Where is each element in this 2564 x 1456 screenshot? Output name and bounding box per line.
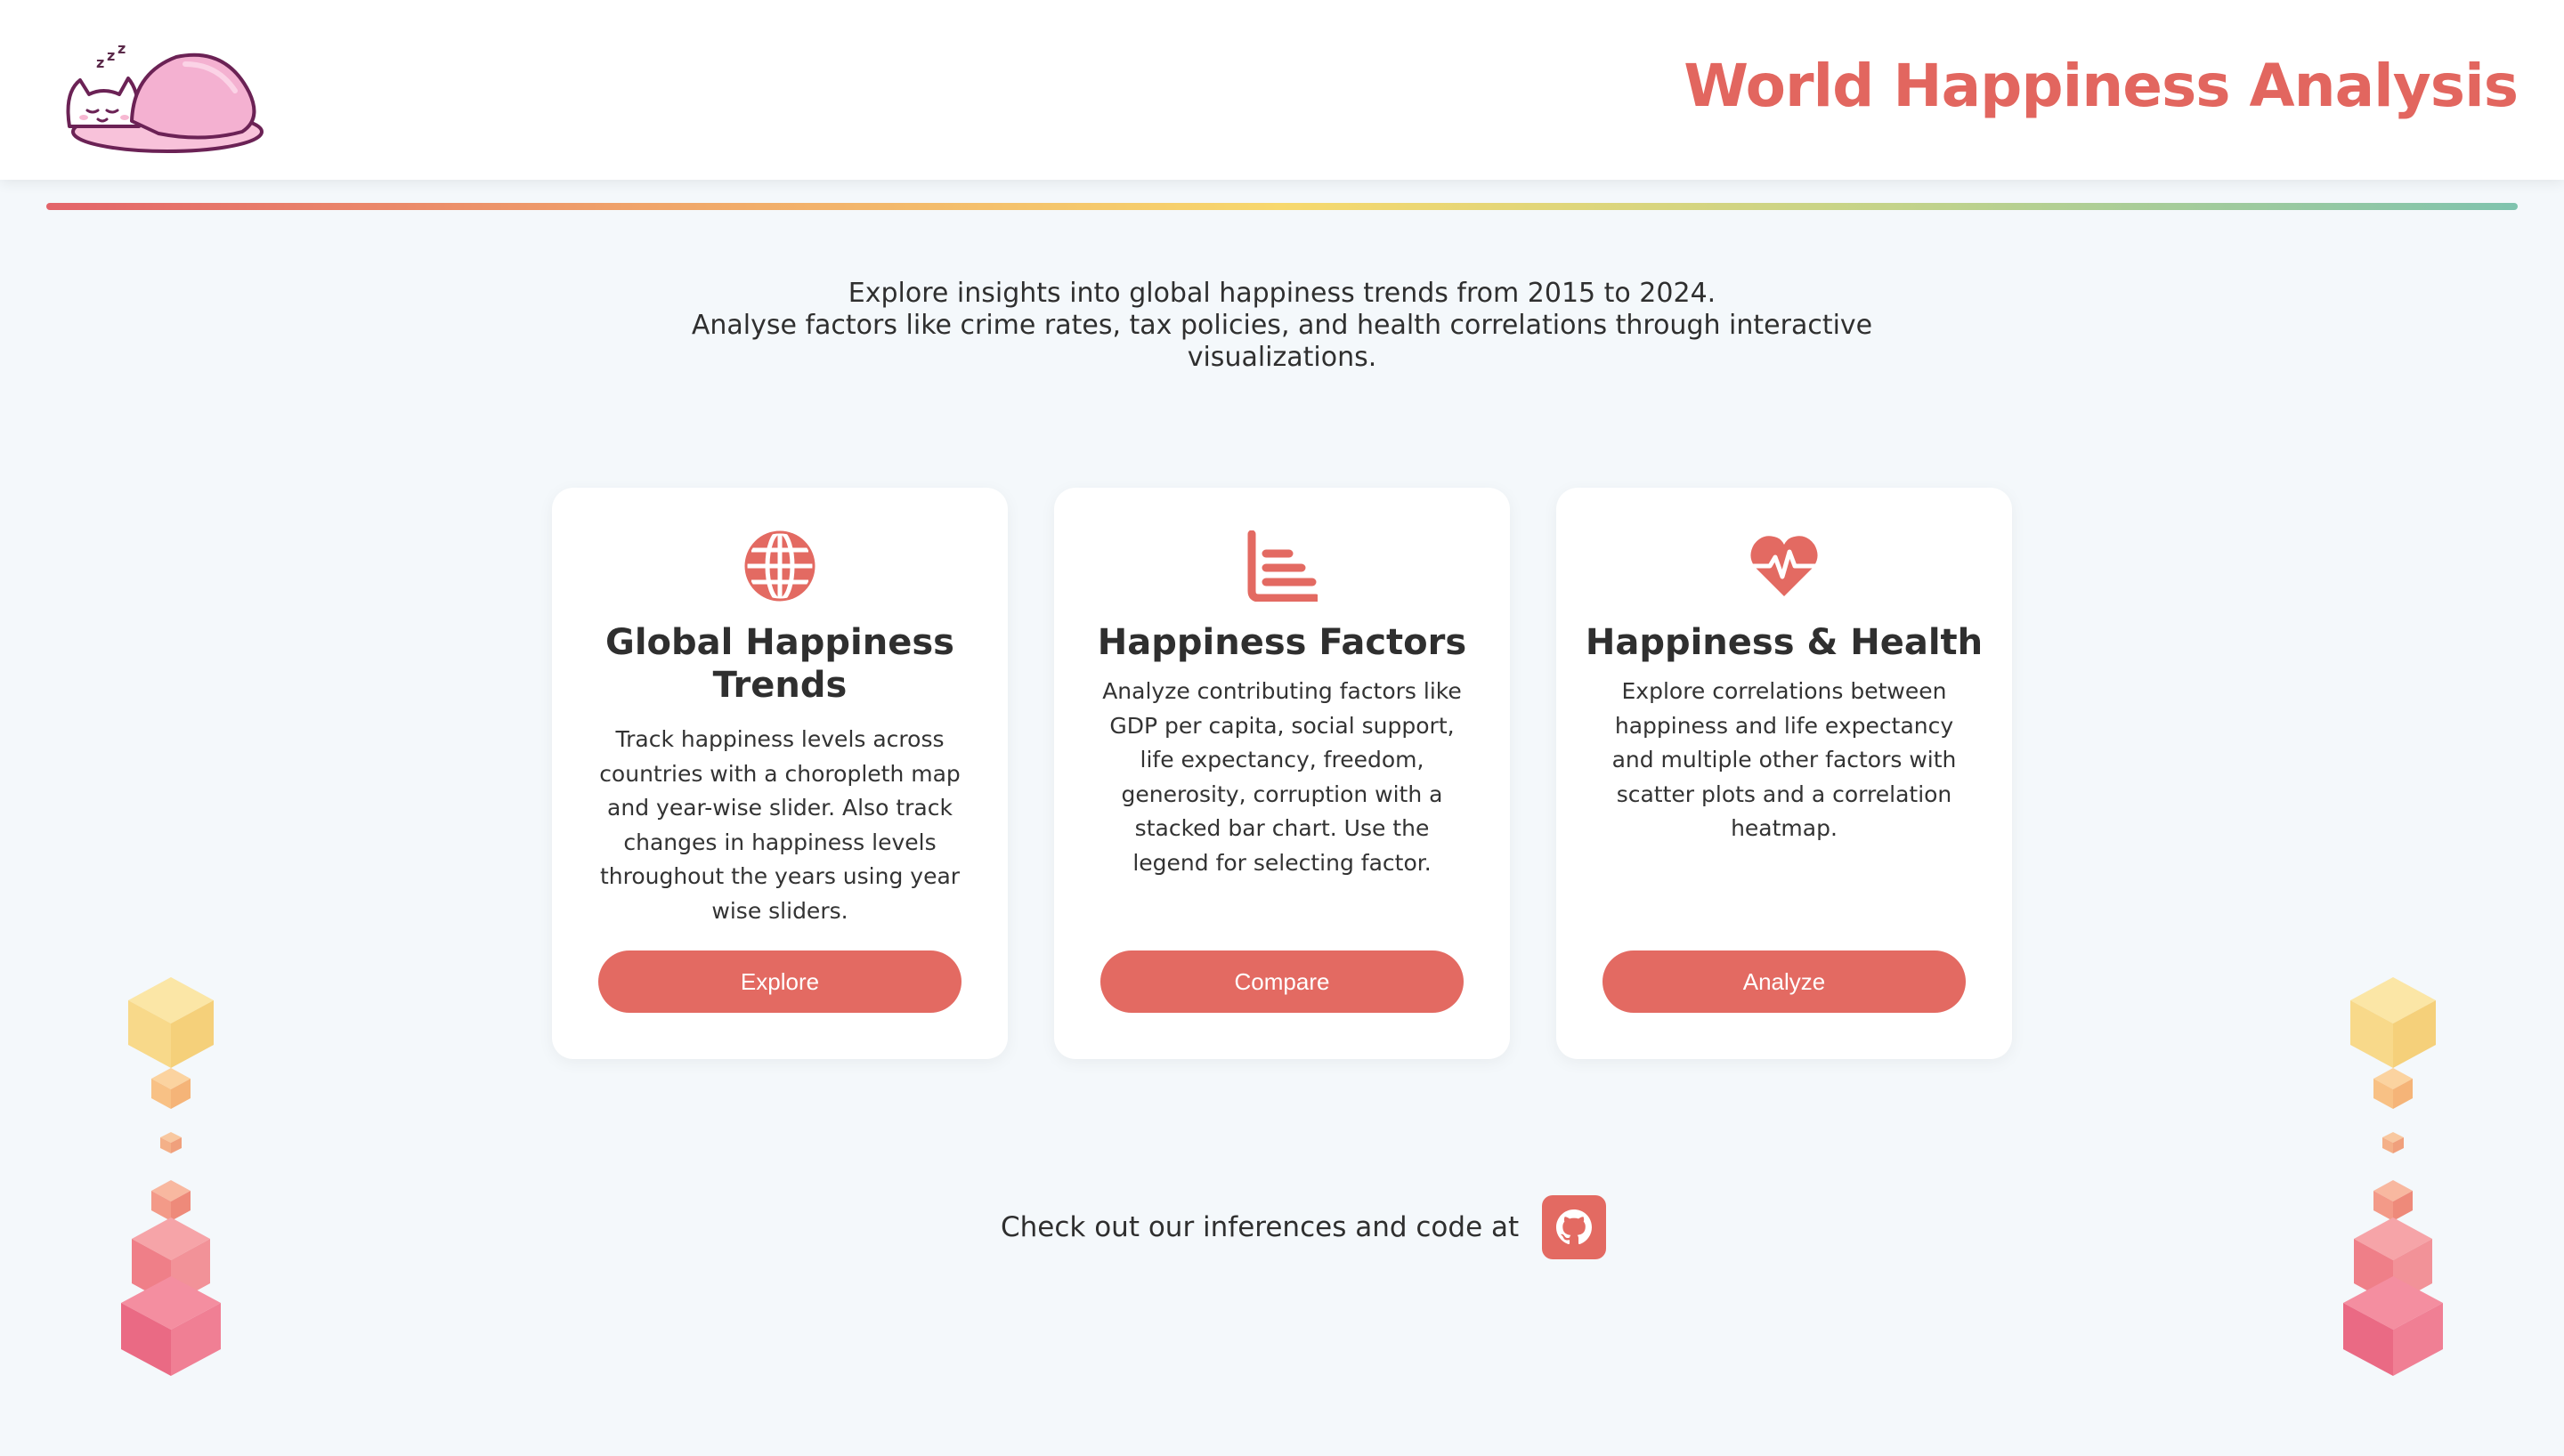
github-link[interactable] — [1542, 1195, 1607, 1259]
sleeping-cat-icon[interactable]: z z z — [52, 37, 265, 153]
gradient-divider — [46, 203, 2518, 210]
compare-button[interactable]: Compare — [1100, 950, 1464, 1013]
svg-text:z: z — [96, 54, 104, 71]
bar-chart-icon — [1247, 530, 1318, 602]
cube-stack-decoration-right — [2343, 977, 2443, 1376]
intro-line-2: Analyse factors like crime rates, tax po… — [691, 310, 1873, 373]
card-global-happiness-trends: Global Happiness Trends Track happiness … — [552, 488, 1008, 1059]
heartbeat-icon — [1749, 536, 1820, 596]
intro-line-1: Explore insights into global happiness t… — [848, 278, 1716, 309]
card-description: Track happiness levels across countries … — [599, 726, 961, 924]
analyze-button[interactable]: Analyze — [1602, 950, 1966, 1013]
explore-button[interactable]: Explore — [598, 950, 961, 1013]
card-happiness-factors: Happiness Factors Analyze contributing f… — [1054, 488, 1510, 1059]
github-icon — [1556, 1209, 1593, 1245]
card-happiness-health: Happiness & Health Explore correlations … — [1556, 488, 2012, 1059]
intro-text: Explore insights into global happiness t… — [659, 278, 1905, 374]
card-description: Analyze contributing factors like GDP pe… — [1102, 678, 1462, 876]
globe-icon — [744, 530, 815, 602]
footer-text: Check out our inferences and code at — [1001, 1211, 1520, 1243]
header: z z z World Happiness Analysis — [0, 0, 2564, 180]
card-title: Global Happiness Trends — [605, 622, 954, 706]
footer: Check out our inferences and code at — [1001, 1194, 1607, 1260]
svg-text:z: z — [118, 40, 126, 57]
cube-stack-decoration-left — [121, 977, 221, 1376]
card-title: Happiness Factors — [1097, 622, 1467, 663]
svg-text:z: z — [107, 47, 115, 64]
feature-cards: Global Happiness Trends Track happiness … — [552, 488, 2012, 1059]
page-title: World Happiness Analysis — [1684, 52, 2519, 120]
card-title: Happiness & Health — [1585, 622, 1984, 663]
card-description: Explore correlations between happiness a… — [1611, 678, 1957, 841]
